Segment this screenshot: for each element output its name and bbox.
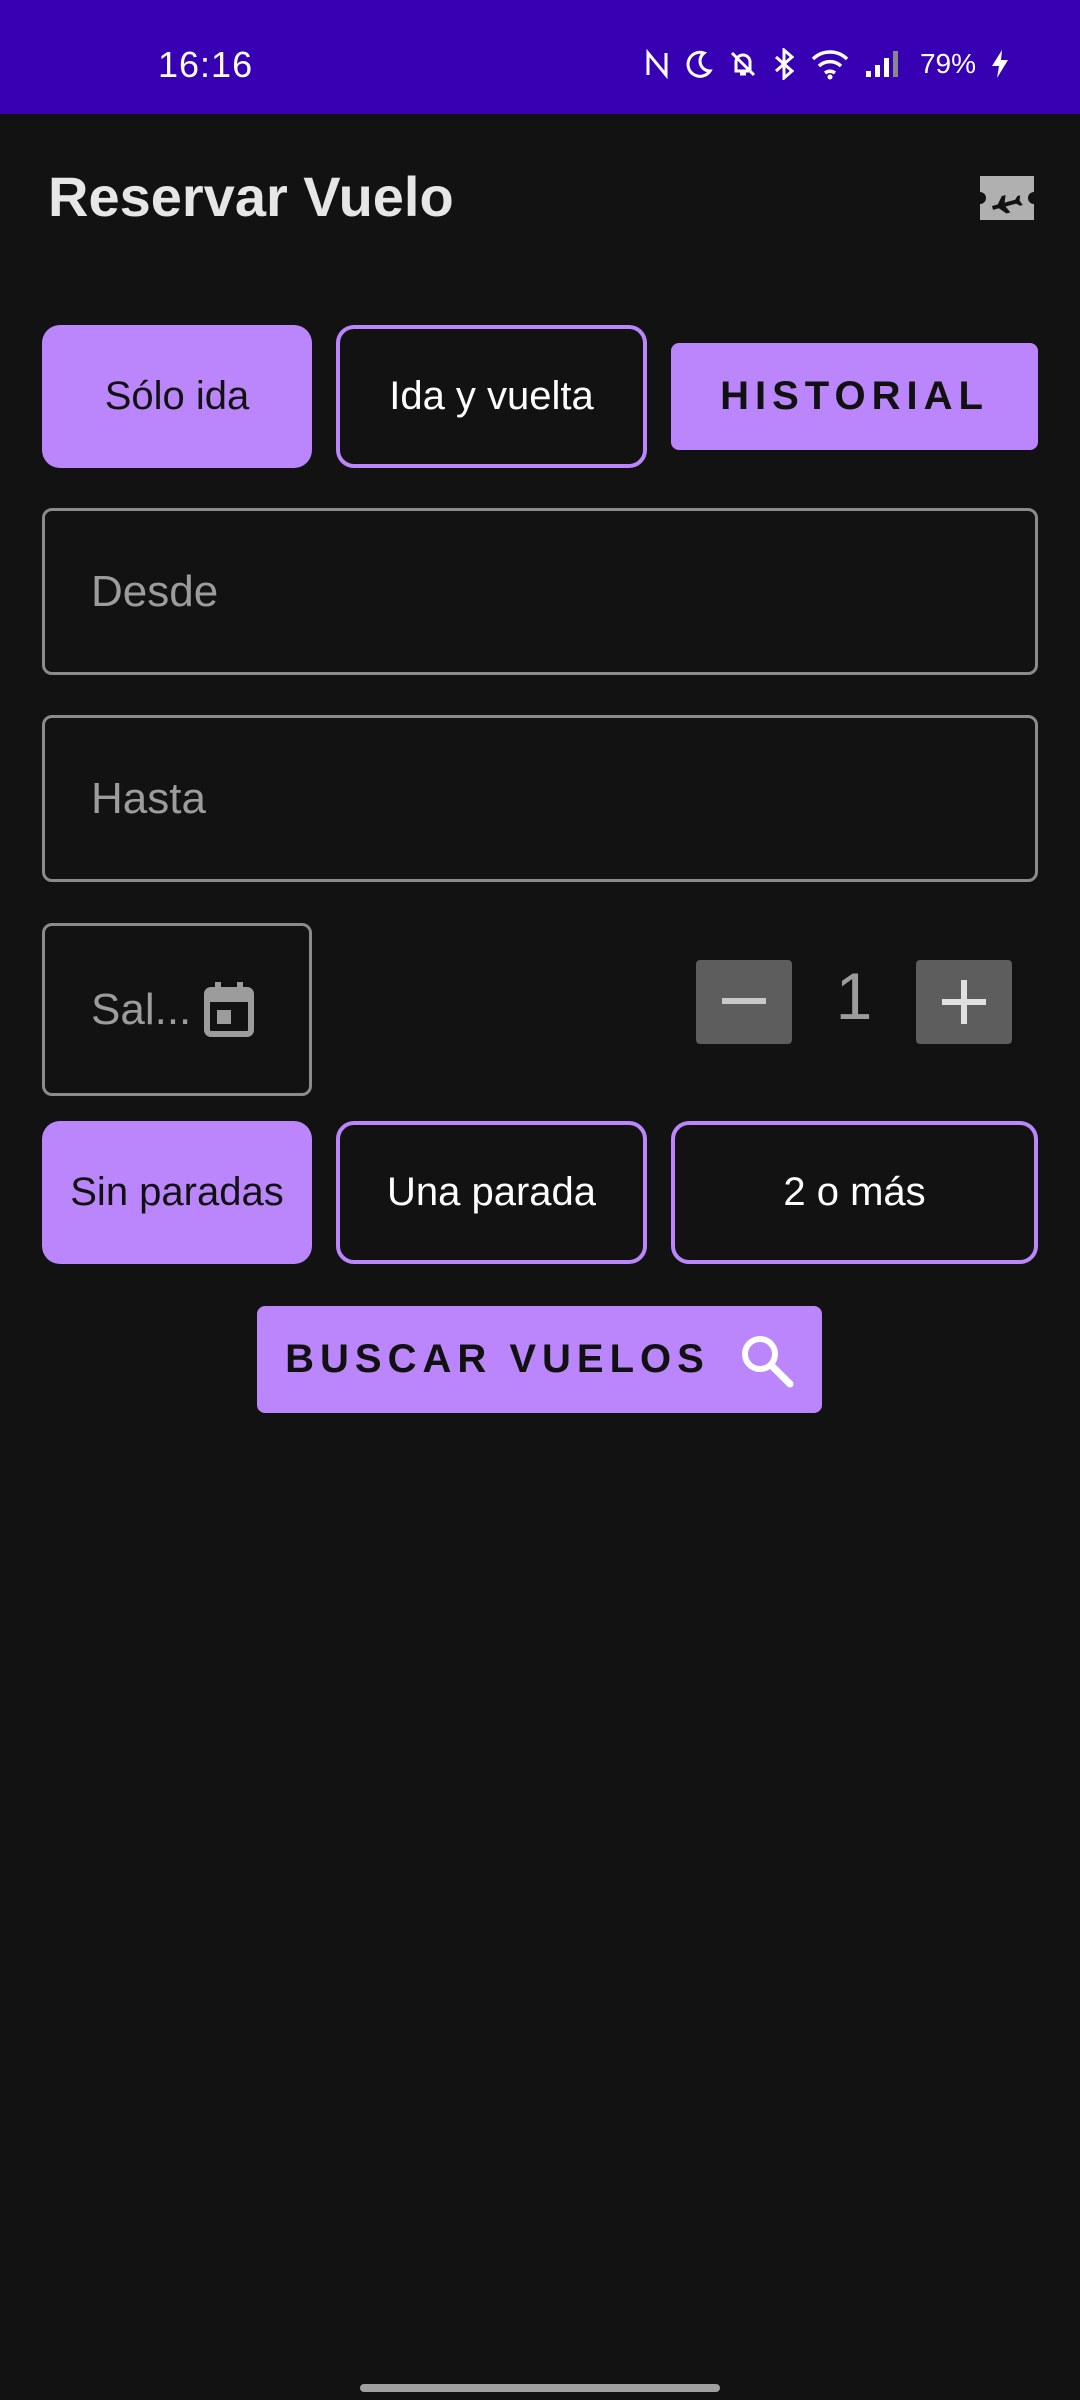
ticket-plane-icon[interactable] <box>976 172 1038 224</box>
from-field[interactable]: Desde <box>42 508 1038 675</box>
battery-charging-icon <box>992 50 1008 78</box>
no-stops-button[interactable]: Sin paradas <box>42 1121 312 1264</box>
from-placeholder: Desde <box>91 566 219 616</box>
two-plus-stops-label: 2 o más <box>783 1170 926 1214</box>
home-indicator[interactable] <box>360 2384 720 2392</box>
to-placeholder: Hasta <box>91 773 206 823</box>
one-stop-label: Una parada <box>386 1170 597 1214</box>
minus-icon <box>722 998 766 1004</box>
history-label: HISTORIAL <box>720 374 989 418</box>
history-button[interactable]: HISTORIAL <box>671 343 1038 450</box>
departure-date-field[interactable]: Sal... <box>42 923 312 1096</box>
round-trip-button[interactable]: Ida y vuelta <box>336 325 647 468</box>
two-plus-stops-button[interactable]: 2 o más <box>671 1121 1038 1264</box>
passenger-count: 1 <box>835 959 873 1033</box>
no-stops-label: Sin paradas <box>70 1170 284 1214</box>
status-icons: 79% <box>644 48 1010 80</box>
bluetooth-icon <box>774 48 795 80</box>
wifi-icon <box>811 50 849 80</box>
to-field[interactable]: Hasta <box>42 715 1038 882</box>
decrement-button[interactable] <box>696 960 792 1044</box>
status-time: 16:16 <box>158 44 254 85</box>
page-title: Reservar Vuelo <box>48 165 454 228</box>
one-stop-button[interactable]: Una parada <box>336 1121 647 1264</box>
battery-percentage: 79% <box>919 48 976 79</box>
search-flights-button[interactable]: BUSCAR VUELOS <box>257 1306 822 1413</box>
plus-icon <box>942 980 986 1024</box>
search-flights-label: BUSCAR VUELOS <box>285 1337 710 1381</box>
search-icon <box>741 1335 794 1387</box>
bell-off-icon <box>730 51 756 77</box>
one-way-label: Sólo ida <box>104 374 250 418</box>
one-way-button[interactable]: Sólo ida <box>42 325 312 468</box>
increment-button[interactable] <box>916 960 1012 1044</box>
moon-icon <box>686 50 713 78</box>
departure-date-placeholder: Sal... <box>91 984 192 1034</box>
signal-icon <box>865 51 898 77</box>
nfc-icon <box>646 49 668 79</box>
status-bar: 16:16 79% <box>0 0 1080 114</box>
calendar-icon[interactable] <box>201 980 257 1040</box>
round-trip-label: Ida y vuelta <box>389 374 594 418</box>
